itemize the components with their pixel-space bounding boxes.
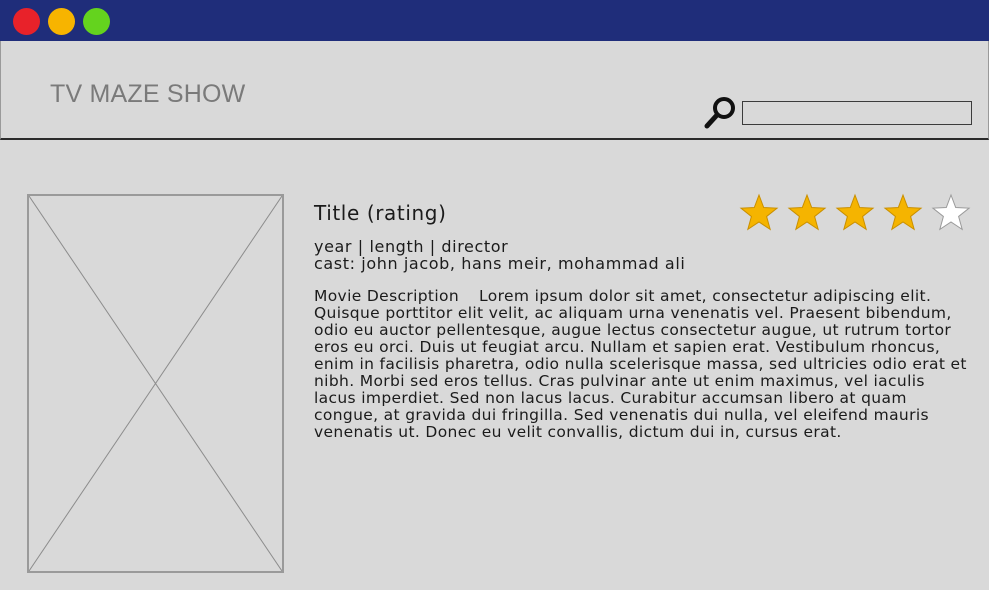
description-label: Movie Description	[314, 287, 460, 305]
show-cast-line: cast: john jacob, hans meir, mohammad al…	[314, 254, 686, 273]
app-header: TV MAZE SHOW	[0, 41, 989, 140]
description-text: Lorem ipsum dolor sit amet, consectetur …	[314, 287, 967, 441]
star-filled-icon[interactable]	[738, 193, 780, 233]
star-filled-icon[interactable]	[834, 193, 876, 233]
app-brand: TV MAZE SHOW	[50, 80, 246, 108]
show-meta-line: year | length | director	[314, 237, 509, 256]
star-filled-icon[interactable]	[786, 193, 828, 233]
show-details: Title (rating) year | length | director …	[314, 198, 974, 441]
star-empty-icon[interactable]	[930, 193, 972, 233]
window-titlebar	[0, 0, 989, 41]
poster-image-placeholder	[27, 194, 284, 573]
image-placeholder-icon	[29, 196, 282, 571]
window-maximize-button[interactable]	[83, 8, 110, 35]
show-meta: year | length | director cast: john jaco…	[314, 238, 974, 272]
show-description: Movie Description Lorem ipsum dolor sit a…	[314, 288, 972, 441]
window-close-button[interactable]	[13, 8, 40, 35]
window-minimize-button[interactable]	[48, 8, 75, 35]
search-input[interactable]	[742, 101, 972, 125]
star-filled-icon[interactable]	[882, 193, 924, 233]
magnifier-icon[interactable]	[704, 96, 736, 130]
